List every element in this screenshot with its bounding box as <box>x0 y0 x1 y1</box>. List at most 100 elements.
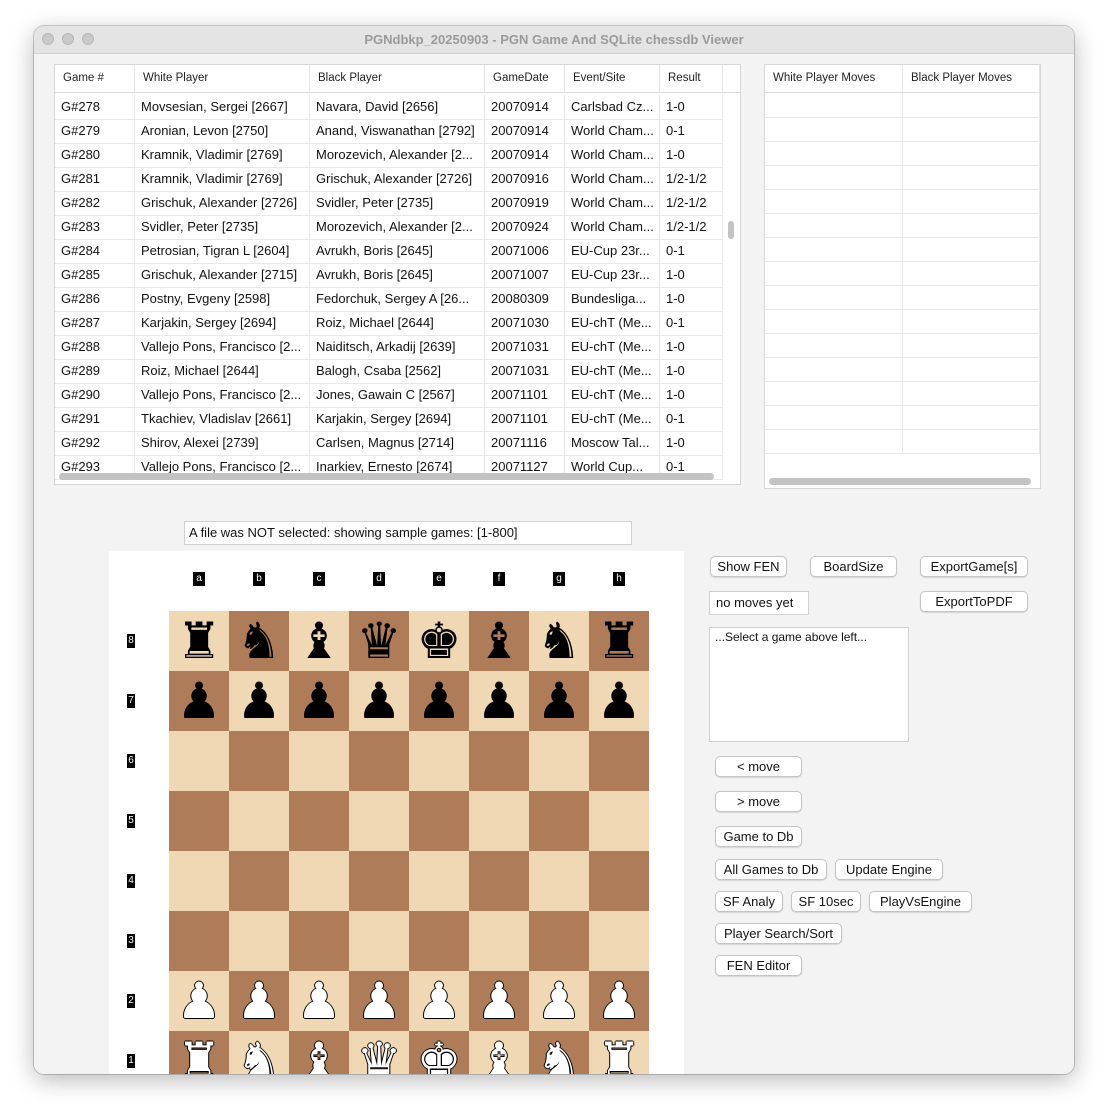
board-square-h8[interactable]: ♜ <box>589 611 649 671</box>
moves-table-row[interactable] <box>765 429 1040 454</box>
white-pawn-icon[interactable]: ♟ <box>229 971 289 1031</box>
moves-horizontal-scrollbar[interactable] <box>769 478 1031 485</box>
board-size-button[interactable]: BoardSize <box>810 556 897 577</box>
white-rook-icon[interactable]: ♜ <box>589 1031 649 1074</box>
board-square-f5[interactable] <box>469 791 529 851</box>
white-pawn-icon[interactable]: ♟ <box>349 971 409 1031</box>
black-pawn-icon[interactable]: ♟ <box>529 671 589 731</box>
board-square-d7[interactable]: ♟ <box>349 671 409 731</box>
board-square-f8[interactable]: ♝ <box>469 611 529 671</box>
black-bishop-icon[interactable]: ♝ <box>289 611 349 671</box>
next-move-button[interactable]: > move <box>715 791 802 812</box>
white-pawn-icon[interactable]: ♟ <box>469 971 529 1031</box>
board-square-e4[interactable] <box>409 851 469 911</box>
show-fen-button[interactable]: Show FEN <box>710 556 787 577</box>
board-square-d5[interactable] <box>349 791 409 851</box>
moves-table[interactable]: White Player Moves Black Player Moves <box>764 64 1041 489</box>
table-row[interactable]: G#282 Grischuk, Alexander [2726] Svidler, … <box>55 191 723 216</box>
black-pawn-icon[interactable]: ♟ <box>409 671 469 731</box>
board-square-g2[interactable]: ♟ <box>529 971 589 1031</box>
moves-table-row[interactable] <box>765 93 1040 118</box>
board-square-h6[interactable] <box>589 731 649 791</box>
column-header[interactable]: Result <box>660 65 723 92</box>
board-square-e8[interactable]: ♚ <box>409 611 469 671</box>
moves-table-row[interactable] <box>765 285 1040 310</box>
moves-table-row[interactable] <box>765 237 1040 262</box>
board-square-a7[interactable]: ♟ <box>169 671 229 731</box>
board-square-h2[interactable]: ♟ <box>589 971 649 1031</box>
black-queen-icon[interactable]: ♛ <box>349 611 409 671</box>
table-row[interactable]: G#278 Movsesian, Sergei [2667] Navara, Dav… <box>55 95 723 120</box>
black-pawn-icon[interactable]: ♟ <box>229 671 289 731</box>
white-pawn-icon[interactable]: ♟ <box>409 971 469 1031</box>
white-queen-icon[interactable]: ♛ <box>349 1031 409 1074</box>
column-header[interactable]: Event/Site <box>565 65 660 92</box>
black-knight-icon[interactable]: ♞ <box>529 611 589 671</box>
game-notes-area[interactable]: ...Select a game above left... <box>709 627 909 742</box>
column-header[interactable]: Black Player Moves <box>903 65 1040 92</box>
board-square-d8[interactable]: ♛ <box>349 611 409 671</box>
board-square-b8[interactable]: ♞ <box>229 611 289 671</box>
board-square-b2[interactable]: ♟ <box>229 971 289 1031</box>
moves-table-row[interactable] <box>765 405 1040 430</box>
board-square-d2[interactable]: ♟ <box>349 971 409 1031</box>
board-square-g6[interactable] <box>529 731 589 791</box>
board-square-c4[interactable] <box>289 851 349 911</box>
table-row[interactable]: G#284 Petrosian, Tigran L [2604] Avrukh, B… <box>55 239 723 264</box>
fen-editor-button[interactable]: FEN Editor <box>715 955 802 976</box>
white-rook-icon[interactable]: ♜ <box>169 1031 229 1074</box>
table-row[interactable]: G#280 Kramnik, Vladimir [2769] Morozevich,… <box>55 143 723 168</box>
board-square-g8[interactable]: ♞ <box>529 611 589 671</box>
all-games-to-db-button[interactable]: All Games to Db <box>715 859 827 880</box>
white-pawn-icon[interactable]: ♟ <box>169 971 229 1031</box>
black-pawn-icon[interactable]: ♟ <box>589 671 649 731</box>
board-square-e6[interactable] <box>409 731 469 791</box>
white-pawn-icon[interactable]: ♟ <box>529 971 589 1031</box>
moves-table-row[interactable] <box>765 333 1040 358</box>
previous-move-button[interactable]: < move <box>715 756 802 777</box>
board-square-e7[interactable]: ♟ <box>409 671 469 731</box>
board-square-h3[interactable] <box>589 911 649 971</box>
moves-table-row[interactable] <box>765 357 1040 382</box>
board-square-g4[interactable] <box>529 851 589 911</box>
moves-table-row[interactable] <box>765 117 1040 142</box>
board-square-c6[interactable] <box>289 731 349 791</box>
board-square-h1[interactable]: ♜ <box>589 1031 649 1074</box>
board-square-f2[interactable]: ♟ <box>469 971 529 1031</box>
white-pawn-icon[interactable]: ♟ <box>589 971 649 1031</box>
board-square-d3[interactable] <box>349 911 409 971</box>
table-row[interactable]: G#281 Kramnik, Vladimir [2769] Grischuk, A… <box>55 167 723 192</box>
moves-table-row[interactable] <box>765 189 1040 214</box>
board-square-b5[interactable] <box>229 791 289 851</box>
board-square-b1[interactable]: ♞ <box>229 1031 289 1074</box>
board-square-g3[interactable] <box>529 911 589 971</box>
board-square-a4[interactable] <box>169 851 229 911</box>
export-games-button[interactable]: ExportGame[s] <box>920 556 1028 577</box>
black-knight-icon[interactable]: ♞ <box>229 611 289 671</box>
board-square-g7[interactable]: ♟ <box>529 671 589 731</box>
board-square-d1[interactable]: ♛ <box>349 1031 409 1074</box>
board-square-g1[interactable]: ♞ <box>529 1031 589 1074</box>
table-row[interactable]: G#279 Aronian, Levon [2750] Anand, Viswana… <box>55 119 723 144</box>
table-row[interactable]: G#290 Vallejo Pons, Francisco [2... Jones,… <box>55 383 723 408</box>
moves-table-row[interactable] <box>765 213 1040 238</box>
black-bishop-icon[interactable]: ♝ <box>469 611 529 671</box>
black-pawn-icon[interactable]: ♟ <box>169 671 229 731</box>
board-square-f7[interactable]: ♟ <box>469 671 529 731</box>
games-horizontal-scrollbar[interactable] <box>59 473 714 480</box>
board-square-g5[interactable] <box>529 791 589 851</box>
board-square-h5[interactable] <box>589 791 649 851</box>
update-engine-button[interactable]: Update Engine <box>835 859 943 880</box>
board-square-c7[interactable]: ♟ <box>289 671 349 731</box>
board-square-c5[interactable] <box>289 791 349 851</box>
sf-10sec-button[interactable]: SF 10sec <box>791 891 861 912</box>
moves-table-row[interactable] <box>765 165 1040 190</box>
board-square-e1[interactable]: ♚ <box>409 1031 469 1074</box>
board-square-f4[interactable] <box>469 851 529 911</box>
column-header[interactable]: Black Player <box>310 65 485 92</box>
table-row[interactable]: G#289 Roiz, Michael [2644] Balogh, Csaba [… <box>55 359 723 384</box>
black-pawn-icon[interactable]: ♟ <box>289 671 349 731</box>
board-square-e2[interactable]: ♟ <box>409 971 469 1031</box>
export-pdf-button[interactable]: ExportToPDF <box>920 591 1028 612</box>
game-to-db-button[interactable]: Game to Db <box>715 826 802 847</box>
